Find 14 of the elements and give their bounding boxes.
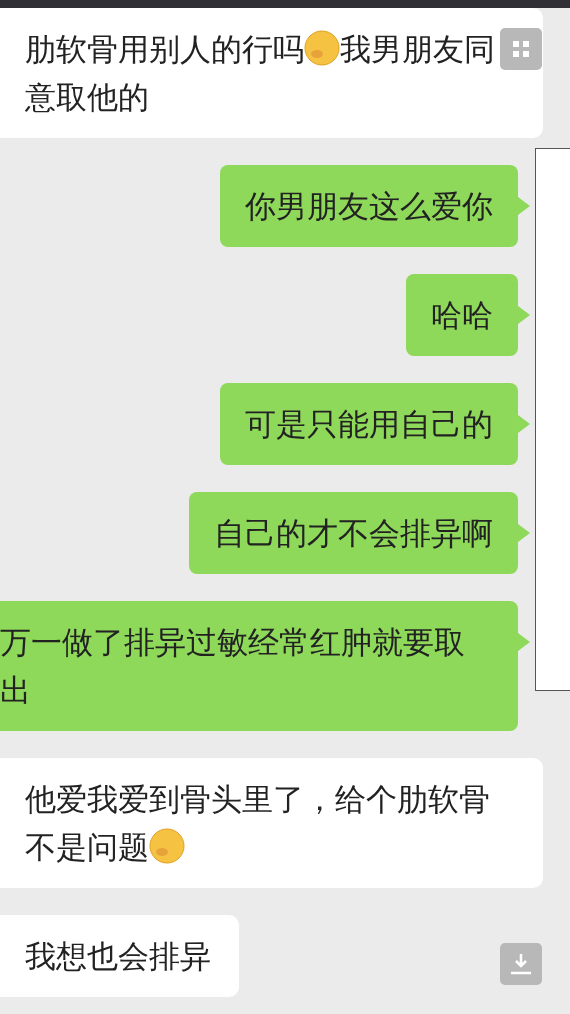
sent-message: 哈哈 — [406, 274, 530, 356]
received-message: 他爱我爱到骨头里了，给个肋软骨不是问题 — [0, 758, 543, 888]
emoji-icon — [149, 828, 185, 864]
download-button[interactable] — [500, 943, 542, 985]
sent-message: 万一做了排异过敏经常红肿就要取出 — [0, 601, 530, 731]
download-icon — [510, 953, 532, 975]
received-message: 肋软骨用别人的行吗 我男朋友同意取他的 — [0, 8, 543, 138]
sent-message: 你男朋友这么爱你 — [220, 165, 530, 247]
received-message: 我想也会排异 — [0, 915, 239, 997]
sent-message: 自己的才不会排异啊 — [189, 492, 530, 574]
grid-icon — [513, 41, 529, 57]
emoji-icon — [304, 30, 340, 66]
sent-message: 可是只能用自己的 — [220, 383, 530, 465]
grid-button[interactable] — [500, 28, 542, 70]
